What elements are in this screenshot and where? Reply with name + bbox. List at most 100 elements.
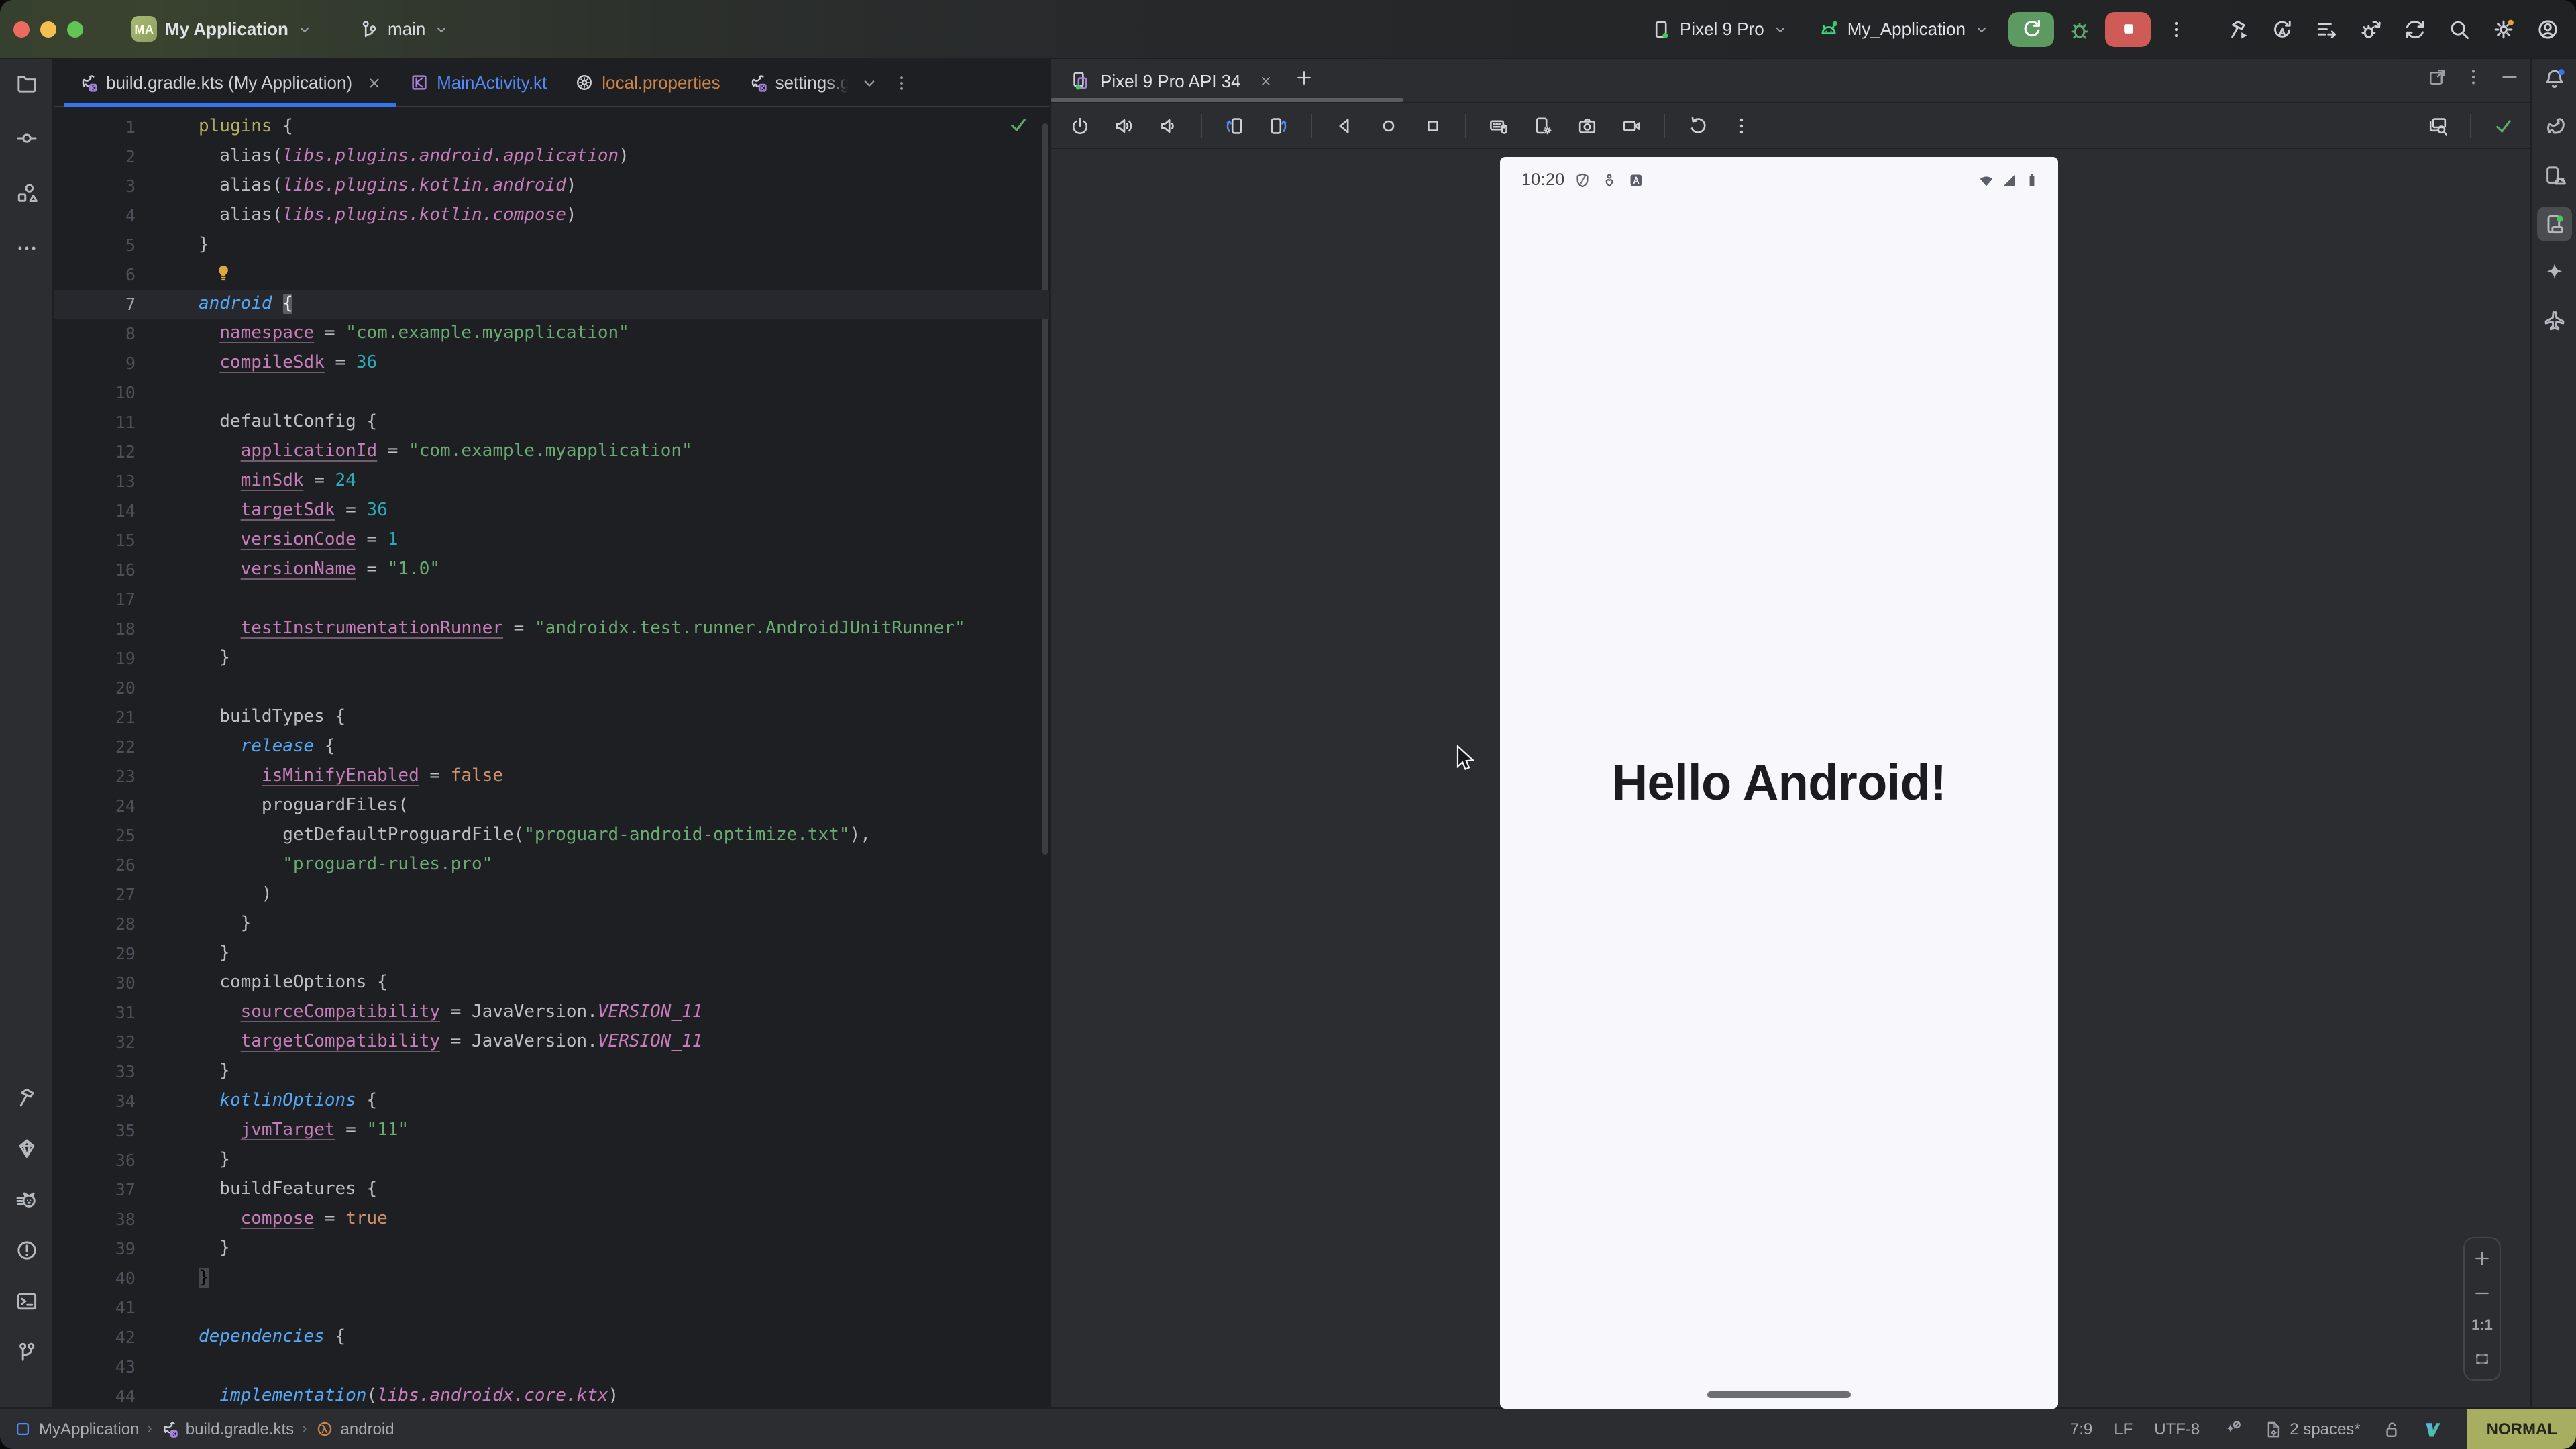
code-line-42[interactable]: 42dependencies { [54,1323,1049,1352]
attach-debugger-button[interactable] [2353,11,2388,46]
tool-window-button-airplane[interactable] [2537,303,2572,338]
code-editor[interactable]: 1plugins {2 alias(libs.plugins.android.a… [54,107,1049,1407]
encoding-widget[interactable]: UTF-8 [2154,1419,2200,1438]
code-line-22[interactable]: 22 release { [54,733,1049,762]
breadcrumb-item[interactable]: MyApplication [13,1419,139,1438]
zoom-actual-size-button[interactable]: 1:1 [2471,1318,2493,1334]
screen-record-button[interactable] [1615,109,1648,142]
zoom-out-button[interactable] [2473,1283,2491,1302]
tool-window-button-gemini-sparkle[interactable] [2537,255,2572,290]
tool-window-button-build-hammer[interactable] [9,1080,44,1115]
device-selector[interactable]: Pixel 9 Pro [1640,13,1799,45]
build-hammer-run-button[interactable] [2220,11,2255,46]
volume-up-button[interactable] [1108,109,1140,142]
code-line-2[interactable]: 2 alias(libs.plugins.android.application… [54,142,1049,172]
code-line-15[interactable]: 15 versionCode = 1 [54,526,1049,555]
code-line-23[interactable]: 23 isMinifyEnabled = false [54,762,1049,792]
zoom-to-fit-button[interactable] [2473,1350,2491,1368]
code-line-38[interactable]: 38 compose = true [54,1205,1049,1234]
code-line-5[interactable]: 5} [54,231,1049,260]
code-line-40[interactable]: 40} [54,1264,1049,1293]
open-new-button[interactable] [2427,67,2447,94]
tool-window-button-terminal[interactable] [9,1284,44,1319]
editor-tab[interactable]: MainActivity.kt [395,59,560,106]
device-settings-button[interactable] [1527,109,1559,142]
run-configuration-selector[interactable]: My_Application [1807,13,2000,45]
ideavim-widget[interactable] [2424,1419,2444,1439]
debug-app-button[interactable] [2062,11,2097,46]
editor-tab[interactable]: build.gradle.kts (My Application) [64,59,395,106]
tool-window-button-structure[interactable] [9,176,44,211]
nav-back-button[interactable] [1328,109,1360,142]
code-line-4[interactable]: 4 alias(libs.plugins.kotlin.compose) [54,201,1049,231]
tool-window-button-aqi-diamond[interactable] [9,1131,44,1166]
code-line-36[interactable]: 36 } [54,1146,1049,1175]
code-line-30[interactable]: 30 compileOptions { [54,969,1049,998]
tool-window-button-problems[interactable] [9,1233,44,1268]
code-line-34[interactable]: 34 kotlinOptions { [54,1087,1049,1116]
hardware-input-button[interactable] [1483,109,1515,142]
code-line-31[interactable]: 31 sourceCompatibility = JavaVersion.VER… [54,998,1049,1028]
minimize-button[interactable] [2500,67,2520,94]
volume-down-button[interactable] [1152,109,1185,142]
code-line-44[interactable]: 44 implementation(libs.androidx.core.ktx… [54,1382,1049,1407]
emulator-screen[interactable]: 10:20 Hello Android! [1500,157,2058,1409]
tool-window-button-running-devices[interactable] [2537,207,2572,241]
nav-home-button[interactable] [1373,109,1405,142]
editor-tab[interactable]: settings.g [734,59,853,106]
breadcrumb-item[interactable]: android [315,1419,394,1438]
tool-window-button-gradle[interactable] [2537,110,2572,145]
indent-widget[interactable]: 2 spaces* [2263,1419,2360,1439]
minimize-window-button[interactable] [40,21,56,37]
code-line-37[interactable]: 37 buildFeatures { [54,1175,1049,1205]
code-line-14[interactable]: 14 targetSdk = 36 [54,496,1049,526]
more-run-options-button[interactable] [2159,11,2194,46]
code-line-25[interactable]: 25 getDefaultProguardFile("proguard-andr… [54,821,1049,851]
tab-scrollbar-thumb[interactable] [1051,98,1403,102]
check-button[interactable] [2487,109,2520,142]
profiler-button[interactable] [2309,11,2344,46]
nav-overview-button[interactable] [1417,109,1449,142]
code-line-32[interactable]: 32 targetCompatibility = JavaVersion.VER… [54,1028,1049,1057]
zoom-window-button[interactable] [67,21,83,37]
code-line-12[interactable]: 12 applicationId = "com.example.myapplic… [54,437,1049,467]
apply-changes-button[interactable] [2265,11,2300,46]
breadcrumb-item[interactable]: build.gradle.kts [160,1419,294,1438]
code-line-9[interactable]: 9 compileSdk = 36 [54,349,1049,378]
code-line-19[interactable]: 19 } [54,644,1049,674]
rotate-right-button[interactable] [1263,109,1295,142]
close-window-button[interactable] [13,21,30,37]
search-button[interactable] [2442,11,2477,46]
rerun-app-button[interactable] [2008,11,2054,46]
code-line-33[interactable]: 33 } [54,1057,1049,1087]
gesture-navigation-pill[interactable] [1707,1391,1851,1398]
more-vert-button[interactable] [2463,67,2483,94]
power-button[interactable] [1064,109,1096,142]
code-line-29[interactable]: 29 } [54,939,1049,969]
tool-window-button-logcat[interactable] [9,1182,44,1217]
code-line-18[interactable]: 18 testInstrumentationRunner = "androidx… [54,614,1049,644]
device-tab[interactable]: Pixel 9 Pro API 34 [1069,70,1273,91]
close-icon[interactable] [1258,73,1273,88]
reset-view-button[interactable] [1681,109,1713,142]
code-line-35[interactable]: 35 jvmTarget = "11" [54,1116,1049,1146]
tool-window-button-device-manager[interactable] [2537,158,2572,193]
project-widget[interactable]: MA My Application [121,11,323,47]
settings-dot-button[interactable] [2486,11,2521,46]
code-line-17[interactable]: 17 [54,585,1049,614]
tool-window-button-commit[interactable] [9,121,44,156]
code-line-27[interactable]: 27 ) [54,880,1049,910]
caret-position-widget[interactable]: 7:9 [2070,1419,2092,1438]
tool-window-button-project-folder[interactable] [9,66,44,101]
ai-assist-off-widget[interactable] [2221,1419,2241,1439]
line-separator-widget[interactable]: LF [2114,1419,2133,1438]
code-line-11[interactable]: 11 defaultConfig { [54,408,1049,437]
zoom-in-button[interactable] [2473,1249,2491,1268]
editor-tab[interactable]: local.properties [560,59,733,106]
tool-window-button-git-branch[interactable] [9,1335,44,1370]
code-line-3[interactable]: 3 alias(libs.plugins.kotlin.android) [54,172,1049,201]
add-device-button[interactable] [1295,68,1313,93]
stop-app-button[interactable] [2105,11,2151,46]
code-line-28[interactable]: 28 } [54,910,1049,939]
chevron-down-icon[interactable] [861,73,879,92]
